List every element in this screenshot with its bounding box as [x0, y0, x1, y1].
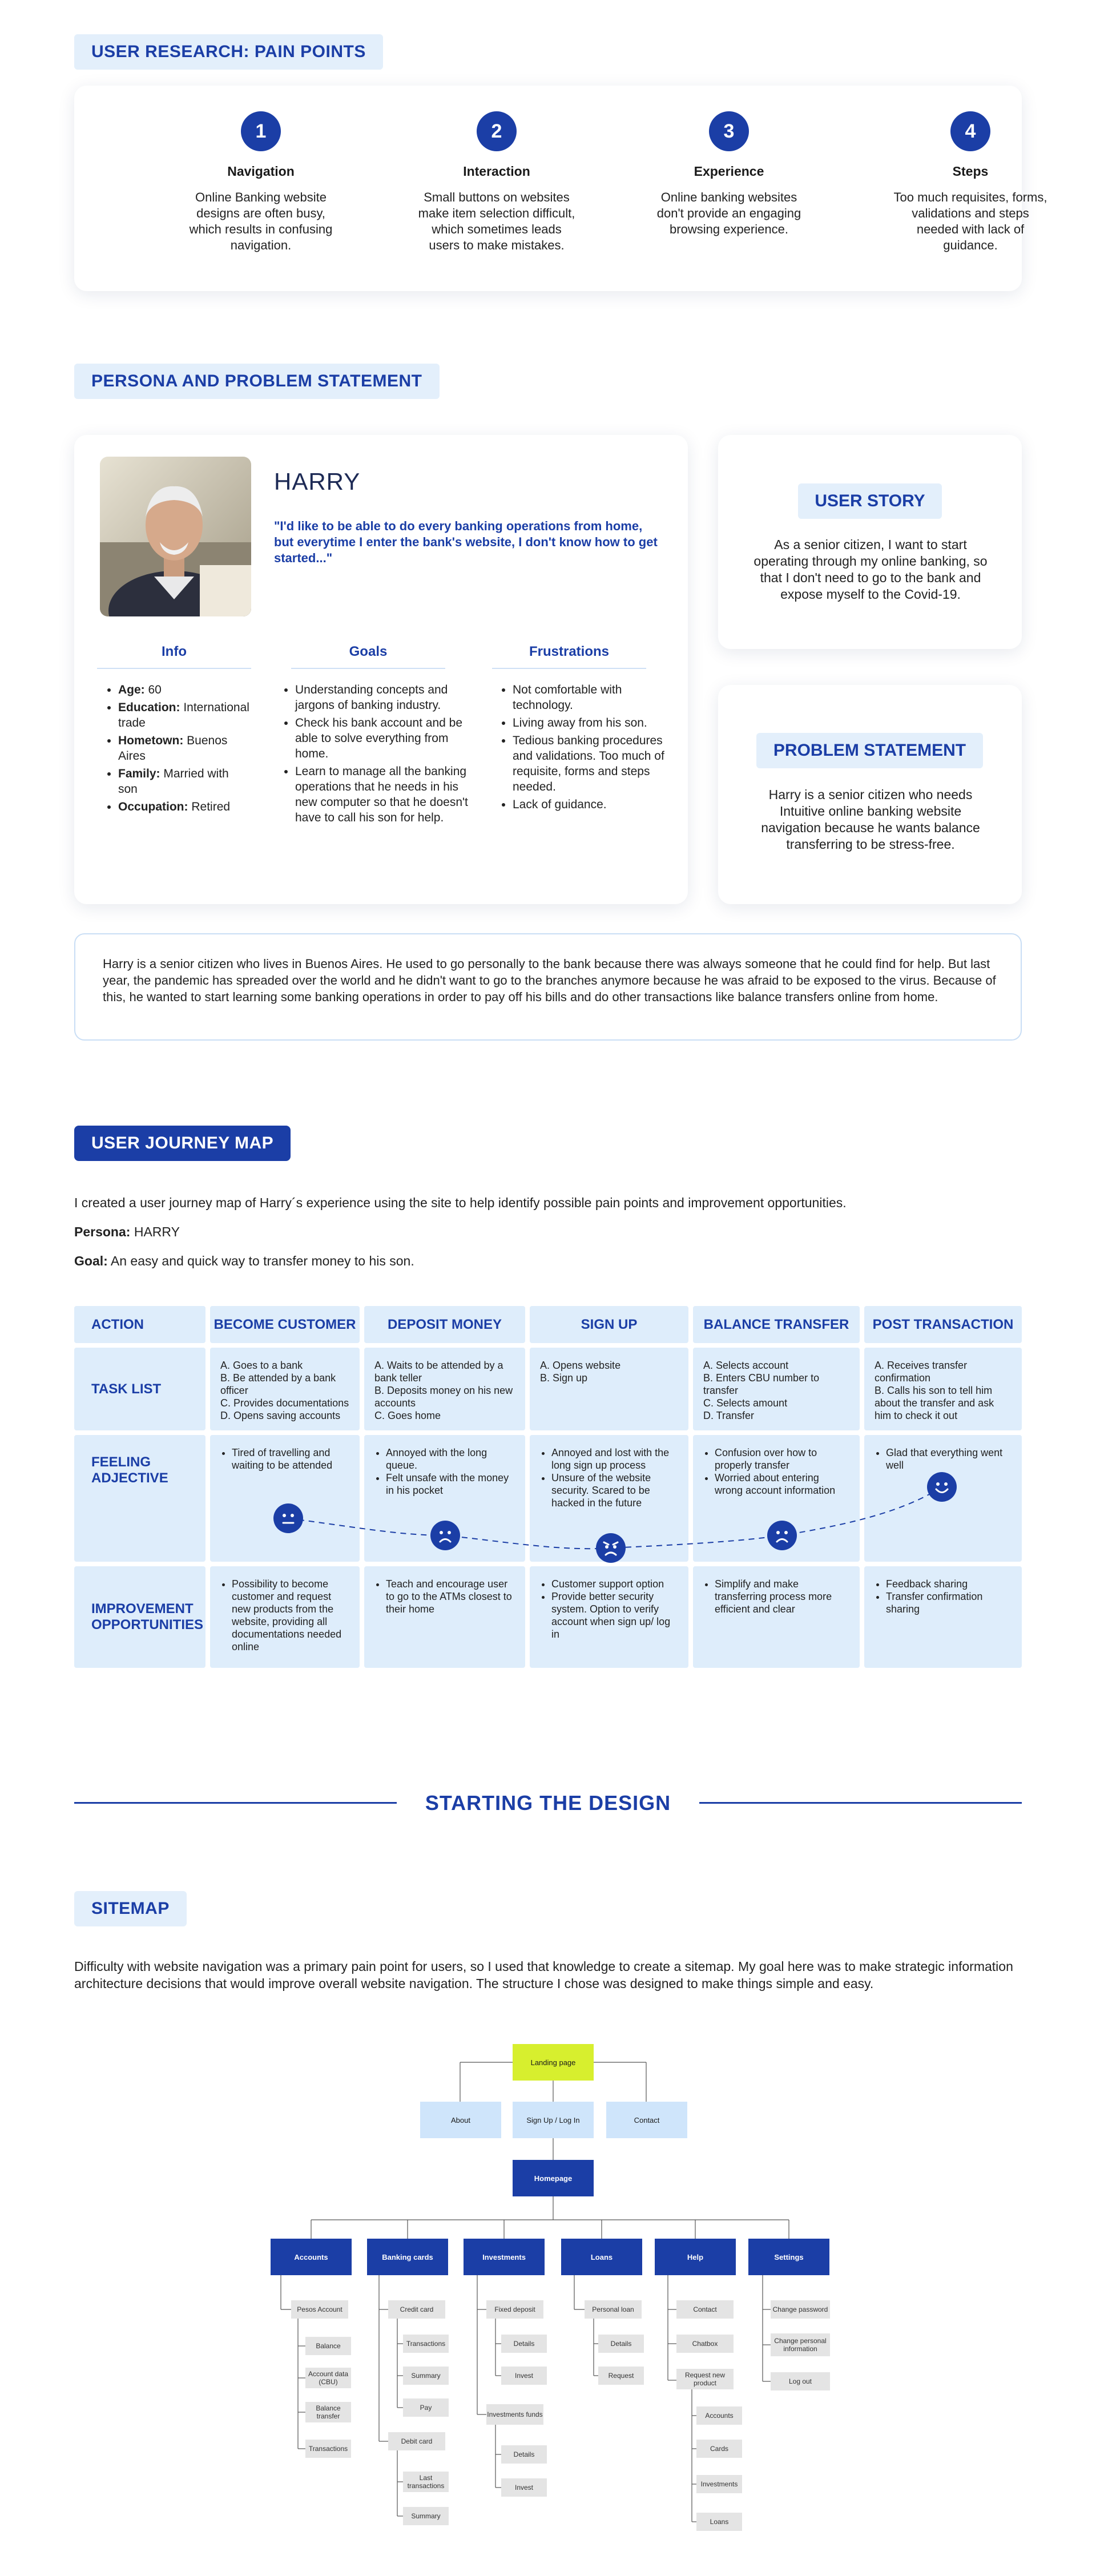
- sitemap-node: Contact: [676, 2300, 734, 2319]
- sitemap-help: Help: [655, 2239, 736, 2275]
- sitemap-node: Loans: [696, 2513, 742, 2531]
- sitemap-landing-page: Landing page: [513, 2044, 594, 2081]
- sitemap-node: Details: [598, 2335, 644, 2353]
- sitemap-signup-login: Sign Up / Log In: [513, 2102, 594, 2138]
- sitemap-node: Balance transfer: [305, 2402, 351, 2422]
- sitemap-node: Transactions: [403, 2335, 449, 2353]
- sitemap-node: Summary: [403, 2507, 449, 2525]
- sitemap-node: Personal loan: [585, 2300, 642, 2319]
- sitemap-node: Request: [598, 2367, 644, 2385]
- sitemap-accounts: Accounts: [271, 2239, 352, 2275]
- sitemap-node: Account data (CBU): [305, 2368, 351, 2388]
- sitemap-node: Investments funds: [486, 2404, 543, 2425]
- sitemap-node: Accounts: [696, 2406, 742, 2425]
- sitemap-node: Transactions: [305, 2440, 351, 2458]
- sitemap-node: Invest: [501, 2367, 547, 2385]
- sitemap-about: About: [420, 2102, 501, 2138]
- sitemap-node: Credit card: [388, 2300, 445, 2319]
- sitemap-node: Fixed deposit: [486, 2300, 543, 2319]
- sitemap-node: Pay: [403, 2398, 449, 2417]
- sitemap-node: Cards: [696, 2440, 742, 2458]
- sitemap-banking-cards: Banking cards: [367, 2239, 448, 2275]
- sitemap-node: Debit card: [388, 2432, 445, 2450]
- sitemap-node: Summary: [403, 2367, 449, 2385]
- sitemap-investments: Investments: [464, 2239, 545, 2275]
- sitemap-node: Investments: [696, 2475, 742, 2493]
- sitemap-node: Log out: [771, 2372, 830, 2390]
- sitemap-node: Request new product: [676, 2369, 734, 2389]
- sitemap-contact: Contact: [606, 2102, 687, 2138]
- sitemap-node: Balance: [305, 2337, 351, 2355]
- sitemap-node: Details: [501, 2335, 547, 2353]
- sitemap-node: Chatbox: [676, 2335, 734, 2353]
- sitemap-homepage: Homepage: [513, 2160, 594, 2196]
- sitemap-node: Change personal information: [771, 2333, 830, 2356]
- sitemap-settings: Settings: [748, 2239, 829, 2275]
- sitemap-loans: Loans: [561, 2239, 642, 2275]
- sitemap-node: Last transactions: [403, 2472, 449, 2492]
- sitemap-node: Invest: [501, 2478, 547, 2497]
- sitemap-node: Change password: [771, 2300, 830, 2319]
- sitemap-node: Pesos Account: [291, 2300, 348, 2319]
- sitemap-node: Details: [501, 2445, 547, 2464]
